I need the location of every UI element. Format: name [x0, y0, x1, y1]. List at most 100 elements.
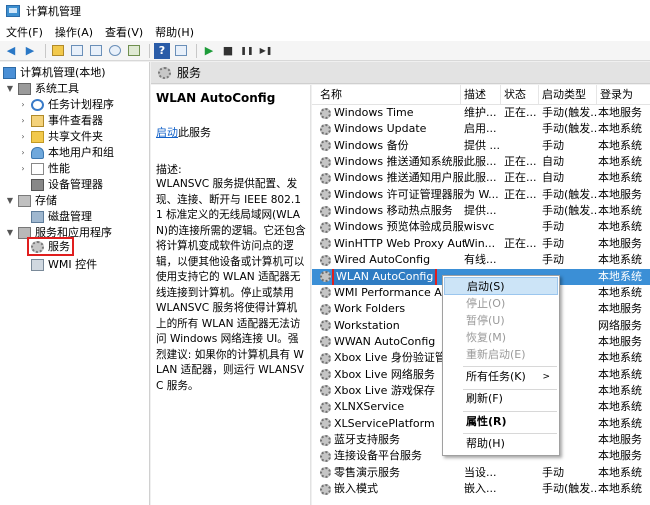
- service-logon-as: 本地服务: [598, 106, 642, 119]
- service-status: 正在...: [504, 187, 537, 201]
- services-pane-header: 服务: [151, 62, 650, 84]
- service-name-text: XLNXService: [334, 400, 405, 414]
- start-service-icon[interactable]: ▶: [201, 43, 217, 59]
- column-logon-as[interactable]: 登录为: [596, 85, 650, 104]
- menu-help[interactable]: 帮助(H): [149, 24, 200, 40]
- expand-arrow-icon[interactable]: ›: [18, 161, 28, 177]
- column-status[interactable]: 状态: [500, 85, 538, 104]
- start-service-link[interactable]: 启动: [156, 126, 178, 139]
- tree-item-services[interactable]: 服务: [27, 237, 74, 256]
- table-row[interactable]: Windows 推送通知用户服... 此服... 正在... 自动 本地系统: [312, 170, 650, 186]
- tree-item-shared-folders[interactable]: › 共享文件夹: [18, 129, 103, 145]
- service-description: 当设...: [464, 465, 497, 479]
- expand-arrow-icon[interactable]: ›: [18, 145, 28, 161]
- expand-arrow-icon[interactable]: ›: [18, 113, 28, 129]
- service-description: 嵌入...: [464, 482, 497, 496]
- context-menu-help[interactable]: 帮助(H): [444, 435, 558, 453]
- table-row[interactable]: Windows 移动热点服务 提供... 手动(触发... 本地系统: [312, 203, 650, 219]
- back-icon[interactable]: ◀: [3, 43, 19, 59]
- collapse-arrow-icon[interactable]: ▼: [5, 193, 15, 209]
- service-status: 正在...: [504, 236, 537, 250]
- service-name-text: Windows 许可证管理器服务: [334, 187, 465, 201]
- context-menu-all-tasks[interactable]: 所有任务(K) >: [444, 368, 558, 386]
- table-row[interactable]: Windows 推送通知系统服务 此服... 正在... 自动 本地系统: [312, 154, 650, 170]
- event-log-icon: [31, 115, 44, 127]
- context-menu-start[interactable]: 启动(S): [444, 277, 558, 295]
- service-gear-icon: [320, 434, 331, 446]
- show-hide-tree-icon[interactable]: [69, 43, 85, 59]
- column-description[interactable]: 描述: [460, 85, 500, 104]
- expand-arrow-icon[interactable]: ›: [18, 129, 28, 145]
- table-row[interactable]: WinHTTP Web Proxy Aut... Win... 正在... 手动 本地服…: [312, 236, 650, 252]
- menu-action[interactable]: 操作(A): [49, 24, 99, 40]
- tree-item-task-scheduler[interactable]: › 任务计划程序: [18, 97, 114, 113]
- service-name: Windows Time: [320, 105, 465, 121]
- service-name-text: Workstation: [334, 318, 400, 332]
- service-startup-type: 手动(触发...: [542, 122, 598, 136]
- service-name: Windows 许可证管理器服务: [320, 187, 465, 203]
- help-icon[interactable]: ?: [154, 42, 170, 59]
- service-status: [502, 203, 540, 219]
- menu-file[interactable]: 文件(F): [0, 24, 49, 40]
- service-gear-icon: [320, 123, 331, 135]
- service-description: 有线...: [464, 253, 497, 267]
- expand-arrow-icon[interactable]: ›: [18, 97, 28, 113]
- service-status: [502, 121, 540, 137]
- service-status: 正在...: [504, 171, 537, 185]
- service-name-text: 蓝牙支持服务: [334, 433, 400, 446]
- service-startup-type: 手动(触发...: [542, 187, 598, 201]
- up-folder-icon[interactable]: [50, 43, 66, 59]
- service-startup-type: 自动: [542, 171, 564, 185]
- tree-item-device-manager[interactable]: 设备管理器: [31, 177, 103, 193]
- pause-service-icon[interactable]: ❚❚: [239, 43, 255, 59]
- context-menu-refresh[interactable]: 刷新(F): [444, 390, 558, 408]
- tree-item-disk-management[interactable]: 磁盘管理: [31, 209, 92, 225]
- tree-item-root[interactable]: 计算机管理(本地): [3, 65, 106, 81]
- collapse-arrow-icon[interactable]: ▼: [5, 225, 15, 241]
- service-gear-icon: [320, 483, 331, 495]
- table-row[interactable]: Windows 备份 提供 ... 手动 本地系统: [312, 138, 650, 154]
- tree-item-storage[interactable]: ▼ 存储: [5, 193, 57, 209]
- service-status: [502, 481, 540, 497]
- restart-service-icon[interactable]: ▶❚: [258, 43, 274, 59]
- tree-item-wmi[interactable]: WMI 控件: [31, 257, 97, 273]
- service-logon-as: 本地服务: [598, 449, 642, 463]
- service-gear-icon: [320, 107, 331, 119]
- service-detail-panel: WLAN AutoConfig 启动此服务 描述: WLANSVC 服务提供配置…: [151, 85, 311, 505]
- properties-icon[interactable]: [173, 43, 189, 59]
- tree-item-local-users[interactable]: › 本地用户和组: [18, 145, 114, 161]
- export-icon[interactable]: [126, 43, 142, 59]
- forward-icon[interactable]: ▶: [22, 43, 38, 59]
- export-list-icon[interactable]: [88, 43, 104, 59]
- service-logon-as: 本地系统: [598, 400, 642, 414]
- table-row[interactable]: 零售演示服务 当设... 手动 本地系统: [312, 465, 650, 481]
- title-bar: 计算机管理: [0, 0, 650, 22]
- service-name-text: WWAN AutoConfig: [334, 334, 436, 348]
- service-logon-as: 本地系统: [598, 171, 642, 185]
- stop-service-icon[interactable]: ■: [220, 43, 236, 59]
- column-startup-type[interactable]: 启动类型: [538, 85, 596, 104]
- tree-item-event-viewer[interactable]: › 事件查看器: [18, 113, 103, 129]
- context-menu-properties[interactable]: 属性(R): [444, 413, 558, 431]
- tree-item-system-tools[interactable]: ▼ 系统工具: [5, 81, 79, 97]
- service-gear-icon: [320, 303, 331, 315]
- service-gear-icon: [320, 189, 331, 201]
- service-gear-icon: [320, 320, 331, 332]
- service-status: [502, 465, 540, 481]
- table-row[interactable]: Windows Update 启用... 手动(触发... 本地系统: [312, 121, 650, 137]
- service-name-text: XLServicePlatform: [334, 416, 435, 430]
- collapse-arrow-icon[interactable]: ▼: [5, 81, 15, 97]
- table-row[interactable]: Wired AutoConfig 有线... 手动 本地系统: [312, 252, 650, 268]
- table-row[interactable]: Windows Time 维护... 正在... 手动(触发... 本地服务: [312, 105, 650, 121]
- refresh-icon[interactable]: [107, 43, 123, 59]
- table-row[interactable]: Windows 许可证管理器服务为 W... 正在... 手动(触发... 本地服务: [312, 187, 650, 203]
- table-row[interactable]: Windows 预览体验成员服务 wisvc 手动 本地系统: [312, 219, 650, 235]
- service-name-text: 零售演示服务: [334, 465, 400, 479]
- table-row[interactable]: 嵌入模式 嵌入... 手动(触发... 本地系统: [312, 481, 650, 497]
- menu-view[interactable]: 查看(V): [99, 24, 149, 40]
- context-menu-separator: [463, 366, 557, 367]
- tree-item-performance[interactable]: › 性能: [18, 161, 70, 177]
- description-label: 描述:: [156, 163, 182, 176]
- service-startup-type: 手动: [542, 253, 564, 267]
- column-name[interactable]: 名称: [317, 85, 462, 104]
